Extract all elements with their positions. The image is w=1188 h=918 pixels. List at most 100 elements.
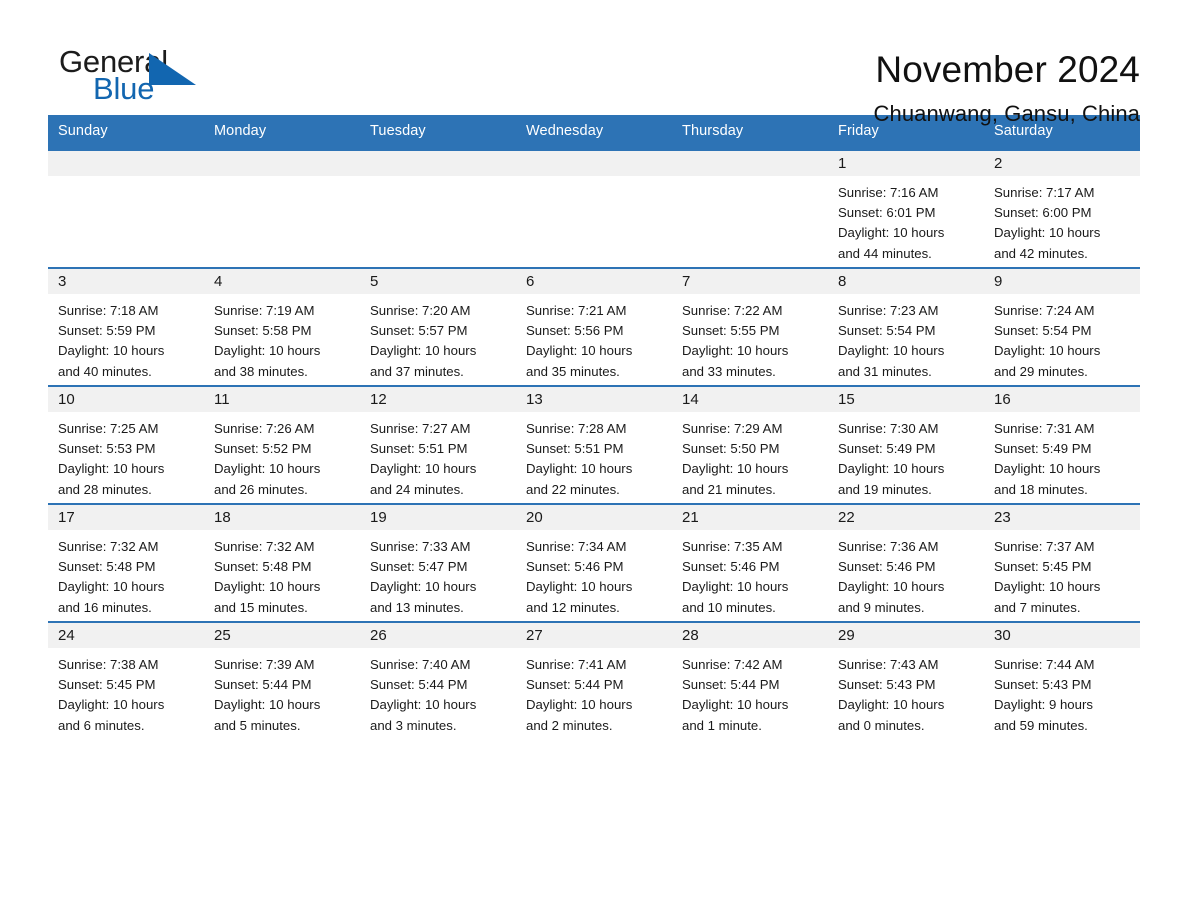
daylight-text-line2: and 9 minutes. bbox=[838, 599, 925, 615]
day-cell[interactable]: 2 Sunrise: 7:17 AM Sunset: 6:00 PM Dayli… bbox=[984, 151, 1140, 267]
day-cell[interactable]: 12 Sunrise: 7:27 AM Sunset: 5:51 PM Dayl… bbox=[360, 387, 516, 503]
daylight-text-line1: Daylight: 10 hours bbox=[994, 579, 1101, 595]
day-cell[interactable] bbox=[360, 151, 516, 267]
sunset-text: Sunset: 5:44 PM bbox=[214, 677, 312, 693]
day-number: 27 bbox=[526, 627, 543, 644]
day-number-band: 18 bbox=[204, 505, 360, 530]
sunrise-text: Sunrise: 7:23 AM bbox=[838, 303, 939, 318]
daylight-text-line2: and 18 minutes. bbox=[994, 481, 1088, 497]
sunset-text: Sunset: 5:44 PM bbox=[682, 677, 780, 693]
daylight-text-line2: and 42 minutes. bbox=[994, 245, 1088, 261]
sunrise-text: Sunrise: 7:40 AM bbox=[370, 657, 471, 672]
daylight-text-line2: and 16 minutes. bbox=[58, 599, 152, 615]
daylight-text-line1: Daylight: 10 hours bbox=[526, 461, 633, 477]
day-cell[interactable]: 28 Sunrise: 7:42 AM Sunset: 5:44 PM Dayl… bbox=[672, 623, 828, 739]
day-number-band: 27 bbox=[516, 623, 672, 648]
sunrise-text: Sunrise: 7:37 AM bbox=[994, 539, 1095, 554]
daylight-text-line1: Daylight: 10 hours bbox=[370, 461, 477, 477]
day-cell[interactable]: 29 Sunrise: 7:43 AM Sunset: 5:43 PM Dayl… bbox=[828, 623, 984, 739]
day-cell[interactable]: 19 Sunrise: 7:33 AM Sunset: 5:47 PM Dayl… bbox=[360, 505, 516, 621]
day-details: Sunrise: 7:28 AM Sunset: 5:51 PM Dayligh… bbox=[516, 412, 672, 500]
sunset-text: Sunset: 5:52 PM bbox=[214, 441, 312, 457]
day-details: Sunrise: 7:18 AM Sunset: 5:59 PM Dayligh… bbox=[48, 294, 204, 382]
sunset-text: Sunset: 5:50 PM bbox=[682, 441, 780, 457]
daylight-text-line1: Daylight: 10 hours bbox=[838, 225, 945, 241]
day-cell[interactable]: 21 Sunrise: 7:35 AM Sunset: 5:46 PM Dayl… bbox=[672, 505, 828, 621]
day-cell[interactable]: 8 Sunrise: 7:23 AM Sunset: 5:54 PM Dayli… bbox=[828, 269, 984, 385]
blue-triangle-flag-icon bbox=[149, 53, 196, 85]
day-cell[interactable]: 25 Sunrise: 7:39 AM Sunset: 5:44 PM Dayl… bbox=[204, 623, 360, 739]
day-details: Sunrise: 7:25 AM Sunset: 5:53 PM Dayligh… bbox=[48, 412, 204, 500]
daylight-text-line1: Daylight: 10 hours bbox=[682, 697, 789, 713]
day-cell[interactable]: 7 Sunrise: 7:22 AM Sunset: 5:55 PM Dayli… bbox=[672, 269, 828, 385]
day-number-band: 12 bbox=[360, 387, 516, 412]
daylight-text-line1: Daylight: 10 hours bbox=[838, 579, 945, 595]
weekday-thursday: Thursday bbox=[682, 123, 744, 139]
day-cell[interactable]: 30 Sunrise: 7:44 AM Sunset: 5:43 PM Dayl… bbox=[984, 623, 1140, 739]
sunset-text: Sunset: 5:55 PM bbox=[682, 323, 780, 339]
day-number: 23 bbox=[994, 509, 1011, 526]
day-cell[interactable] bbox=[672, 151, 828, 267]
day-cell[interactable]: 11 Sunrise: 7:26 AM Sunset: 5:52 PM Dayl… bbox=[204, 387, 360, 503]
day-number-band bbox=[48, 151, 204, 176]
day-cell[interactable] bbox=[48, 151, 204, 267]
daylight-text-line2: and 12 minutes. bbox=[526, 599, 620, 615]
day-cell[interactable]: 14 Sunrise: 7:29 AM Sunset: 5:50 PM Dayl… bbox=[672, 387, 828, 503]
week-row: 3 Sunrise: 7:18 AM Sunset: 5:59 PM Dayli… bbox=[48, 267, 1140, 385]
day-number: 1 bbox=[838, 155, 847, 172]
daylight-text-line1: Daylight: 10 hours bbox=[58, 343, 165, 359]
day-cell[interactable]: 22 Sunrise: 7:36 AM Sunset: 5:46 PM Dayl… bbox=[828, 505, 984, 621]
day-number-band bbox=[360, 151, 516, 176]
daylight-text-line2: and 0 minutes. bbox=[838, 717, 925, 733]
day-number: 17 bbox=[58, 509, 75, 526]
logo-text-blue: Blue bbox=[93, 71, 155, 106]
daylight-text-line1: Daylight: 10 hours bbox=[838, 343, 945, 359]
sunrise-text: Sunrise: 7:16 AM bbox=[838, 185, 939, 200]
page-title: November 2024 bbox=[875, 49, 1140, 90]
day-details: Sunrise: 7:36 AM Sunset: 5:46 PM Dayligh… bbox=[828, 530, 984, 618]
daylight-text-line2: and 26 minutes. bbox=[214, 481, 308, 497]
day-cell[interactable]: 26 Sunrise: 7:40 AM Sunset: 5:44 PM Dayl… bbox=[360, 623, 516, 739]
day-cell[interactable]: 1 Sunrise: 7:16 AM Sunset: 6:01 PM Dayli… bbox=[828, 151, 984, 267]
day-cell[interactable]: 3 Sunrise: 7:18 AM Sunset: 5:59 PM Dayli… bbox=[48, 269, 204, 385]
day-number-band: 20 bbox=[516, 505, 672, 530]
day-details: Sunrise: 7:40 AM Sunset: 5:44 PM Dayligh… bbox=[360, 648, 516, 736]
day-number: 21 bbox=[682, 509, 699, 526]
day-cell[interactable]: 6 Sunrise: 7:21 AM Sunset: 5:56 PM Dayli… bbox=[516, 269, 672, 385]
sunset-text: Sunset: 5:51 PM bbox=[526, 441, 624, 457]
week-row: 17 Sunrise: 7:32 AM Sunset: 5:48 PM Dayl… bbox=[48, 503, 1140, 621]
day-cell[interactable]: 27 Sunrise: 7:41 AM Sunset: 5:44 PM Dayl… bbox=[516, 623, 672, 739]
day-cell[interactable]: 10 Sunrise: 7:25 AM Sunset: 5:53 PM Dayl… bbox=[48, 387, 204, 503]
day-cell[interactable]: 15 Sunrise: 7:30 AM Sunset: 5:49 PM Dayl… bbox=[828, 387, 984, 503]
sunrise-text: Sunrise: 7:25 AM bbox=[58, 421, 159, 436]
sunrise-text: Sunrise: 7:34 AM bbox=[526, 539, 627, 554]
sunrise-text: Sunrise: 7:24 AM bbox=[994, 303, 1095, 318]
day-cell[interactable]: 9 Sunrise: 7:24 AM Sunset: 5:54 PM Dayli… bbox=[984, 269, 1140, 385]
day-cell[interactable]: 20 Sunrise: 7:34 AM Sunset: 5:46 PM Dayl… bbox=[516, 505, 672, 621]
day-number-band: 6 bbox=[516, 269, 672, 294]
daylight-text-line1: Daylight: 10 hours bbox=[526, 579, 633, 595]
sunrise-text: Sunrise: 7:36 AM bbox=[838, 539, 939, 554]
day-cell[interactable] bbox=[516, 151, 672, 267]
day-cell[interactable]: 18 Sunrise: 7:32 AM Sunset: 5:48 PM Dayl… bbox=[204, 505, 360, 621]
sunrise-text: Sunrise: 7:19 AM bbox=[214, 303, 315, 318]
day-cell[interactable] bbox=[204, 151, 360, 267]
day-cell[interactable]: 24 Sunrise: 7:38 AM Sunset: 5:45 PM Dayl… bbox=[48, 623, 204, 739]
day-cell[interactable]: 5 Sunrise: 7:20 AM Sunset: 5:57 PM Dayli… bbox=[360, 269, 516, 385]
general-blue-logo[interactable]: General Blue bbox=[48, 46, 248, 116]
calendar-grid: Sunday Monday Tuesday Wednesday Thursday… bbox=[48, 115, 1140, 739]
sunset-text: Sunset: 5:58 PM bbox=[214, 323, 312, 339]
day-cell[interactable]: 23 Sunrise: 7:37 AM Sunset: 5:45 PM Dayl… bbox=[984, 505, 1140, 621]
day-number: 14 bbox=[682, 391, 699, 408]
day-cell[interactable]: 4 Sunrise: 7:19 AM Sunset: 5:58 PM Dayli… bbox=[204, 269, 360, 385]
day-number: 19 bbox=[370, 509, 387, 526]
day-cell[interactable]: 17 Sunrise: 7:32 AM Sunset: 5:48 PM Dayl… bbox=[48, 505, 204, 621]
day-number-band: 16 bbox=[984, 387, 1140, 412]
day-details: Sunrise: 7:30 AM Sunset: 5:49 PM Dayligh… bbox=[828, 412, 984, 500]
day-details: Sunrise: 7:20 AM Sunset: 5:57 PM Dayligh… bbox=[360, 294, 516, 382]
daylight-text-line2: and 24 minutes. bbox=[370, 481, 464, 497]
day-number-band: 10 bbox=[48, 387, 204, 412]
day-cell[interactable]: 16 Sunrise: 7:31 AM Sunset: 5:49 PM Dayl… bbox=[984, 387, 1140, 503]
day-number-band: 28 bbox=[672, 623, 828, 648]
day-cell[interactable]: 13 Sunrise: 7:28 AM Sunset: 5:51 PM Dayl… bbox=[516, 387, 672, 503]
